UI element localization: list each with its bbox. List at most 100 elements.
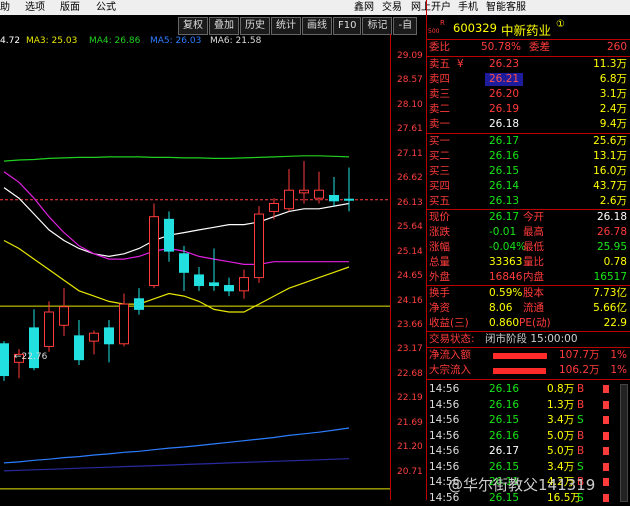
trade-price: 26.16 xyxy=(489,429,520,442)
trade-volume: 5.0万 xyxy=(547,445,575,457)
stats-row: 收益(三) 0.860 PE(动) 22.9 xyxy=(427,316,630,331)
open-price: 26.18 xyxy=(596,211,627,223)
ask-volume: 3.1万 xyxy=(599,88,627,100)
candle-body xyxy=(44,311,54,347)
ask-row[interactable]: 卖二 26.19 2.4万 xyxy=(427,102,630,117)
ask-price: 26.23 xyxy=(489,58,520,70)
quote-label: 涨跌 xyxy=(429,226,450,238)
bid-row[interactable]: 买五 26.13 2.6万 xyxy=(427,194,630,209)
menu-help[interactable]: 助 xyxy=(0,0,10,15)
bid-row[interactable]: 买二 26.16 13.1万 xyxy=(427,149,630,164)
trade-row[interactable]: 14:56 26.15 3.4万 S xyxy=(427,460,630,475)
axis-price-label: 22.19 xyxy=(397,393,423,404)
info-icon[interactable]: ① xyxy=(556,19,565,30)
menu-trade[interactable]: 交易 xyxy=(382,0,402,15)
bid-price: 26.17 xyxy=(489,135,520,147)
inner-volume: 16517 xyxy=(593,271,627,283)
candle-body xyxy=(209,282,219,287)
trade-row[interactable]: 14:56 26.17 5.0万 B xyxy=(427,444,630,459)
ask-row[interactable]: 卖五 ¥ 26.23 11.3万 xyxy=(427,57,630,72)
trade-volume: 3.4万 xyxy=(547,414,575,426)
candle-body xyxy=(104,327,114,345)
trade-price: 26.16 xyxy=(489,398,520,411)
trade-volume: 3.4万 xyxy=(547,460,575,473)
moving-average-line xyxy=(3,155,350,162)
net-assets: 8.06 xyxy=(489,302,513,314)
history-button[interactable]: 历史 xyxy=(240,17,270,35)
candle-body xyxy=(194,274,204,287)
ask-label: 卖二 xyxy=(429,103,450,115)
bid-volume: 43.7万 xyxy=(593,180,627,192)
ask-volume: 2.4万 xyxy=(599,103,627,115)
candle-body xyxy=(179,253,189,273)
ask-row[interactable]: 卖三 26.20 3.1万 xyxy=(427,87,630,102)
f10-button[interactable]: F10 xyxy=(333,17,362,35)
candle-body xyxy=(89,332,99,342)
trade-row[interactable]: 14:56 26.15 3.4万 S xyxy=(427,413,630,428)
bid-label: 买五 xyxy=(429,195,450,207)
low-price: 25.95 xyxy=(596,241,627,253)
axis-price-label: 25.14 xyxy=(397,246,423,257)
bid-row[interactable]: 买三 26.15 16.0万 xyxy=(427,164,630,179)
chart-toolbar: 复权 叠加 历史 统计 画线 F10 标记 -自 xyxy=(178,17,418,35)
trade-indicator xyxy=(603,462,609,471)
bid-row[interactable]: 买四 26.14 43.7万 xyxy=(427,179,630,194)
total-volume: 33363 xyxy=(489,256,523,268)
quote-row: 总量 33363 量比 0.78 xyxy=(427,255,630,270)
trade-row[interactable]: 14:56 26.16 0.8万 B xyxy=(427,382,630,397)
moving-average-line xyxy=(3,239,350,313)
menu-options[interactable]: 选项 xyxy=(25,0,45,15)
menu-layout[interactable]: 版面 xyxy=(60,0,80,15)
trade-row[interactable]: 14:56 26.16 1.3万 B xyxy=(427,398,630,413)
axis-price-label: 24.16 xyxy=(397,295,423,306)
moving-average-line xyxy=(3,187,350,258)
overlay-button[interactable]: 叠加 xyxy=(209,17,239,35)
quote-panel: R 500 600329 中新药业 ① 委比 50.78% 委差 260 卖五 … xyxy=(426,0,630,504)
flow-value: 107.7万 xyxy=(559,349,600,361)
axis-price-label: 20.71 xyxy=(397,466,423,477)
volume-ratio: 0.78 xyxy=(603,256,627,268)
fuquan-button[interactable]: 复权 xyxy=(178,17,208,35)
axis-price-label: 27.61 xyxy=(397,124,423,135)
mark-button[interactable]: 标记 xyxy=(362,17,393,35)
menu-xinwang[interactable]: 鑫网 xyxy=(354,0,374,15)
ask-row[interactable]: 卖四 26.21 6.8万 xyxy=(427,72,630,87)
stock-name[interactable]: 中新药业 xyxy=(501,20,551,39)
statistics-button[interactable]: 统计 xyxy=(271,17,301,35)
eps: 0.860 xyxy=(489,317,520,329)
stats-label: 收益(三) xyxy=(429,317,469,329)
menu-formula[interactable]: 公式 xyxy=(96,0,116,15)
candle-body xyxy=(284,189,294,210)
trade-side: B xyxy=(577,429,585,442)
stats-label: 股本 xyxy=(523,287,544,299)
quote-row: 涨幅 -0.04% 最低 25.95 xyxy=(427,240,630,255)
trade-volume: 1.3万 xyxy=(547,398,575,411)
high-price: 26.78 xyxy=(596,226,627,238)
ask-label: 卖四 xyxy=(429,73,450,85)
flow-row: 净流入额 107.7万 1% xyxy=(427,348,630,363)
divider xyxy=(427,379,630,380)
bid-row[interactable]: 买一 26.17 25.6万 xyxy=(427,134,630,149)
turnover-rate: 0.59% xyxy=(489,287,523,299)
ask-price: 26.20 xyxy=(489,88,520,100)
trade-side: S xyxy=(577,414,584,426)
quote-label: 现价 xyxy=(429,211,450,223)
outer-volume: 16846 xyxy=(489,271,523,283)
axis-price-label: 25.64 xyxy=(397,222,423,233)
scrollbar[interactable] xyxy=(620,384,628,502)
trade-time: 14:56 xyxy=(429,460,460,473)
draw-line-button[interactable]: 画线 xyxy=(302,17,332,35)
bid-label: 买三 xyxy=(429,165,450,177)
self-button[interactable]: -自 xyxy=(393,17,418,35)
trade-indicator xyxy=(603,447,609,455)
candlestick-chart[interactable] xyxy=(0,34,390,500)
trade-row[interactable]: 14:56 26.16 5.0万 B xyxy=(427,429,630,444)
weibi-row: 委比 50.78% 委差 260 xyxy=(427,40,630,55)
trade-side: B xyxy=(577,398,585,411)
trade-time: 14:56 xyxy=(429,383,460,395)
stock-code[interactable]: 600329 xyxy=(453,21,497,35)
ask-row[interactable]: 卖一 26.18 9.4万 xyxy=(427,117,630,132)
ask-volume: 9.4万 xyxy=(599,118,627,130)
stats-label: 净资 xyxy=(429,302,450,314)
axis-price-label: 23.66 xyxy=(397,319,423,330)
